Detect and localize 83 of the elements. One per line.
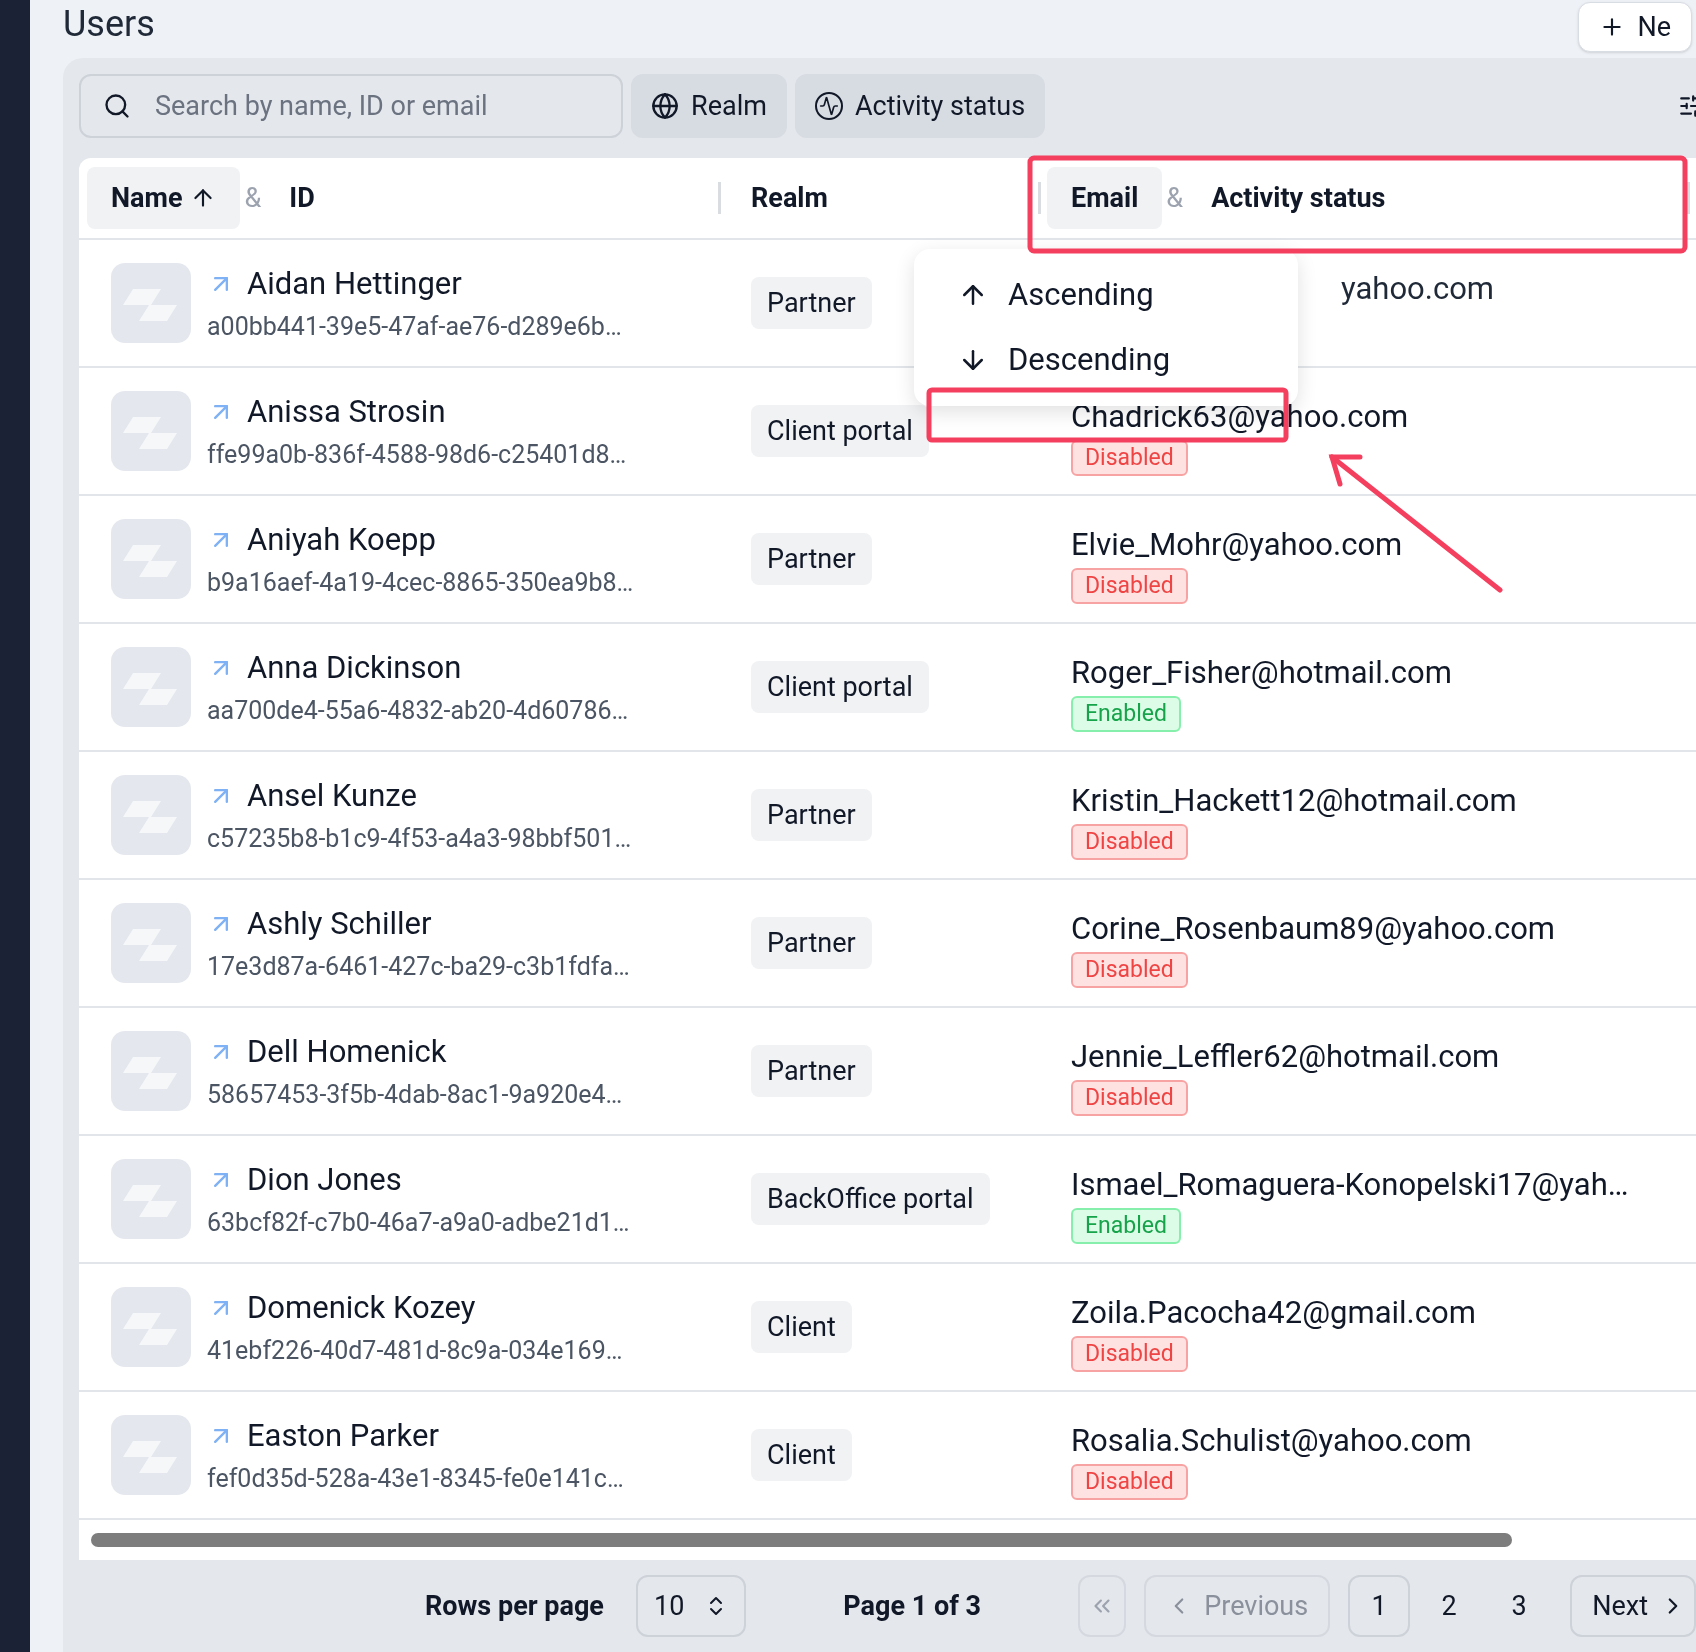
user-email: Kristin_Hackett12@hotmail.com: [1071, 782, 1517, 820]
realm-tag: Client: [751, 1428, 852, 1482]
user-name[interactable]: Dion Jones: [247, 1157, 402, 1204]
avatar-placeholder-icon: [111, 1159, 191, 1239]
column-header[interactable]: Name: [87, 167, 241, 229]
first-page-button[interactable]: [1078, 1575, 1127, 1637]
user-id: c57235b8-b1c9-4f53-a4a3-98bbf501…: [207, 822, 632, 855]
user-id: a00bb441-39e5-47af-ae76-d289e6b…: [207, 310, 622, 343]
user-email: Roger_Fisher@hotmail.com: [1071, 654, 1452, 692]
user-name[interactable]: Anna Dickinson: [247, 645, 462, 692]
globe-icon: [651, 92, 679, 120]
user-name[interactable]: Easton Parker: [247, 1413, 439, 1460]
status-badge: Disabled: [1071, 824, 1188, 860]
realm-tag: Client portal: [751, 660, 929, 714]
column-header[interactable]: Email: [1047, 167, 1163, 229]
avatar-placeholder-icon: [111, 903, 191, 983]
sort-menu-item[interactable]: Ascending: [958, 272, 1298, 319]
user-email: Rosalia.Schulist@yahoo.com: [1071, 1422, 1472, 1460]
user-email: Jennie_Leffler62@hotmail.com: [1071, 1038, 1500, 1076]
status-badge: Disabled: [1071, 1080, 1188, 1116]
rows-per-page-label: Rows per page: [425, 1588, 604, 1624]
user-id: aa700de4-55a6-4832-ab20-4d60786…: [207, 694, 629, 727]
avatar-placeholder-icon: [111, 391, 191, 471]
sort-menu-item[interactable]: Descending: [958, 336, 1298, 383]
user-name[interactable]: Domenick Kozey: [247, 1285, 476, 1332]
new-button[interactable]: Ne: [1578, 2, 1692, 52]
realm-tag: Partner: [751, 276, 872, 330]
filter-button[interactable]: Realm: [631, 74, 787, 138]
user-email: Corine_Rosenbaum89@yahoo.com: [1071, 910, 1555, 948]
next-button[interactable]: Next: [1570, 1575, 1696, 1637]
avatar-placeholder-icon: [111, 263, 191, 343]
page-indicator: Page 1 of 3: [843, 1588, 982, 1624]
realm-tag: Partner: [751, 1044, 872, 1098]
scrollbar[interactable]: [91, 1533, 1512, 1547]
joiner-text: &: [243, 180, 263, 216]
user-email: Zoila.Pacocha42@gmail.com: [1071, 1294, 1476, 1332]
avatar-placeholder-icon: [111, 1287, 191, 1367]
page-button[interactable]: 1: [1348, 1575, 1411, 1637]
user-id: ffe99a0b-836f-4588-98d6-c25401d8…: [207, 438, 627, 471]
realm-tag: Client: [751, 1300, 852, 1354]
page-button[interactable]: 3: [1488, 1575, 1551, 1637]
user-name[interactable]: Ashly Schiller: [247, 901, 432, 948]
status-badge: Disabled: [1071, 568, 1188, 604]
column-header[interactable]: Realm: [727, 167, 852, 229]
status-badge: Disabled: [1071, 1464, 1188, 1500]
user-name[interactable]: Anissa Strosin: [247, 389, 446, 436]
user-id: 41ebf226-40d7-481d-8c9a-034e169…: [207, 1334, 623, 1367]
user-name[interactable]: Ansel Kunze: [247, 773, 417, 820]
joiner-text: &: [1165, 180, 1185, 216]
rows-per-page-select[interactable]: 10: [635, 1575, 747, 1637]
column-header[interactable]: ID: [265, 167, 339, 229]
status-badge: Disabled: [1071, 952, 1188, 988]
user-email: Ismael_Romaguera-Konopelski17@yah…: [1071, 1166, 1629, 1204]
realm-tag: Partner: [751, 788, 872, 842]
avatar-placeholder-icon: [111, 647, 191, 727]
realm-tag: BackOffice portal: [751, 1172, 990, 1226]
avatar-placeholder-icon: [111, 1031, 191, 1111]
user-name[interactable]: Aniyah Koepp: [247, 517, 436, 564]
status-badge: Enabled: [1071, 1208, 1181, 1244]
user-id: 58657453-3f5b-4dab-8ac1-9a920e4…: [207, 1078, 623, 1111]
user-id: 17e3d87a-6461-427c-ba29-c3b1fdfa…: [207, 950, 630, 983]
avatar-placeholder-icon: [111, 519, 191, 599]
user-name[interactable]: Aidan Hettinger: [247, 261, 462, 308]
avatar-placeholder-icon: [111, 1415, 191, 1495]
status-badge: Enabled: [1071, 696, 1181, 732]
filter-button[interactable]: Activity status: [794, 74, 1046, 138]
status-badge: Disabled: [1071, 1336, 1188, 1372]
user-email: Elvie_Mohr@yahoo.com: [1071, 526, 1403, 564]
user-id: fef0d35d-528a-43e1-8345-fe0e141c…: [207, 1462, 624, 1495]
activity-icon: [814, 92, 843, 120]
search-icon: [103, 92, 131, 120]
user-id: 63bcf82f-c7b0-46a7-a9a0-adbe21d1…: [207, 1206, 630, 1239]
realm-tag: Partner: [751, 916, 872, 970]
search-field[interactable]: Search by name, ID or email: [79, 74, 623, 138]
page-title: Users: [63, 2, 155, 46]
realm-tag: Partner: [751, 532, 872, 586]
avatar-placeholder-icon: [111, 775, 191, 855]
user-name[interactable]: Dell Homenick: [247, 1029, 447, 1076]
column-header[interactable]: Activity status: [1187, 167, 1410, 229]
user-id: b9a16aef-4a19-4cec-8865-350ea9b8…: [207, 566, 634, 599]
user-email: yahoo.com: [1341, 270, 1494, 308]
page-button[interactable]: 2: [1418, 1575, 1481, 1637]
realm-tag: Client portal: [751, 404, 929, 458]
